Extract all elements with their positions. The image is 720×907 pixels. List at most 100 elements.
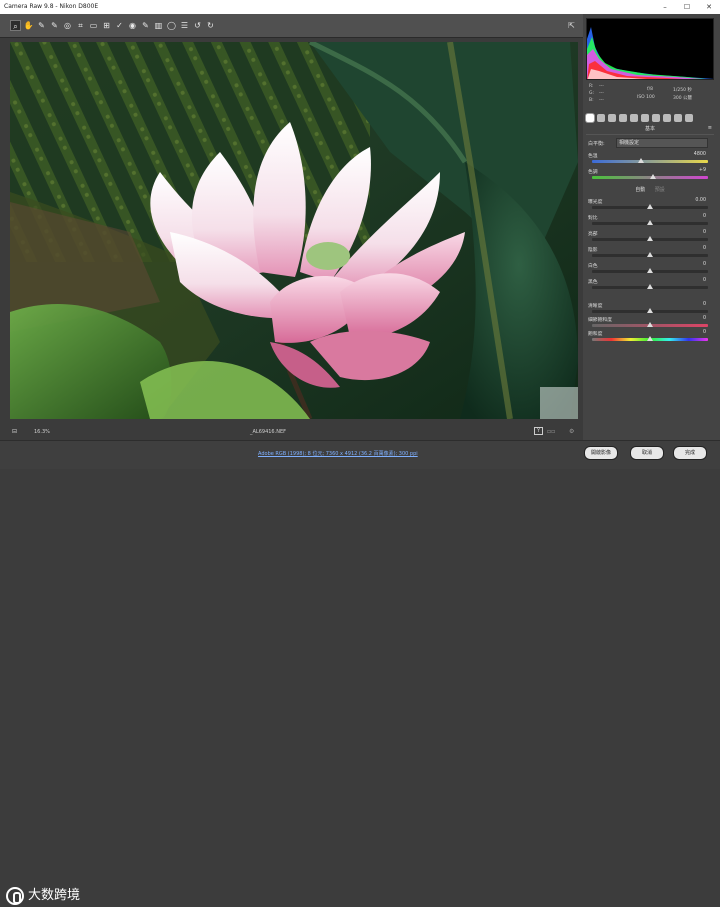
open-image-button[interactable]: 開啟影像	[584, 446, 618, 460]
spot-removal-icon[interactable]: ✓	[114, 20, 125, 31]
image-preview[interactable]	[10, 42, 578, 419]
g-value: ---	[599, 91, 604, 96]
temperature-value[interactable]: 4800	[694, 152, 706, 157]
workflow-options-link[interactable]: Adobe RGB (1998); 8 位元; 7360 x 4912 (36.…	[258, 450, 418, 457]
cancel-button[interactable]: 取消	[630, 446, 664, 460]
iso: ISO 100	[637, 95, 655, 100]
shadows-label: 陰影	[588, 248, 598, 253]
shutter-speed: 1/250 秒	[673, 88, 692, 93]
b-value: ---	[599, 98, 604, 103]
camera-info: R: G: B: --- --- --- f/8 1/250 秒 ISO 100…	[587, 84, 715, 110]
section-header: 基本 ≡	[586, 125, 714, 135]
highlights-slider-row: 亮部 0	[586, 230, 714, 246]
radial-filter-icon[interactable]: ◯	[166, 20, 177, 31]
zoom-icon[interactable]: ⌕	[10, 20, 21, 31]
highlights-slider-thumb[interactable]	[647, 236, 653, 241]
red-eye-icon[interactable]: ◉	[127, 20, 138, 31]
tint-slider-row: 色調 +9	[586, 168, 714, 184]
temperature-slider-row: 色溫 4800	[586, 152, 714, 168]
tab-detail-icon[interactable]	[608, 114, 616, 122]
menu-icon[interactable]: ≡	[708, 125, 712, 131]
tab-split-toning-icon[interactable]	[630, 114, 638, 122]
minimize-button[interactable]: –	[654, 0, 676, 14]
transform-icon[interactable]: ⊞	[101, 20, 112, 31]
highlights-value[interactable]: 0	[703, 230, 706, 235]
default-button[interactable]: 預設	[655, 187, 665, 193]
auto-button[interactable]: 自動	[635, 187, 645, 193]
contrast-label: 對比	[588, 216, 598, 221]
highlights-label: 亮部	[588, 232, 598, 237]
zoom-out-icon[interactable]: ⊟	[12, 428, 17, 435]
histogram-graph	[587, 27, 713, 79]
adjustment-brush-icon[interactable]: ✎	[140, 20, 151, 31]
tab-snapshots-icon[interactable]	[685, 114, 693, 122]
focal-length: 300 公釐	[673, 96, 693, 101]
hand-icon[interactable]: ✋	[23, 20, 34, 31]
vibrance-value[interactable]: 0	[703, 316, 706, 321]
preferences-icon[interactable]: ☰	[179, 20, 190, 31]
saturation-label: 飽和度	[588, 332, 603, 337]
whites-value[interactable]: 0	[703, 262, 706, 267]
whites-slider-thumb[interactable]	[647, 268, 653, 273]
maximize-button[interactable]: ☐	[676, 0, 698, 14]
tab-tone-curve-icon[interactable]	[597, 114, 605, 122]
saturation-slider-thumb[interactable]	[647, 336, 653, 341]
vibrance-slider-thumb[interactable]	[647, 322, 653, 327]
target-adjust-icon[interactable]: ◎	[62, 20, 73, 31]
tab-basic-icon[interactable]	[586, 114, 594, 122]
g-label: G:	[589, 91, 595, 96]
color-sampler-icon[interactable]: ✎	[49, 20, 60, 31]
before-after-icon[interactable]: ▫▫	[547, 428, 555, 435]
exposure-value[interactable]: 0.00	[695, 198, 706, 203]
logo-mark-icon	[6, 887, 24, 905]
contrast-slider-row: 對比 0	[586, 214, 714, 230]
crop-icon[interactable]: ⌗	[75, 20, 86, 31]
aperture: f/8	[647, 87, 653, 92]
rotate-left-icon[interactable]: ↺	[192, 20, 203, 31]
contrast-value[interactable]: 0	[703, 214, 706, 219]
window-controls: – ☐ ✕	[654, 0, 720, 14]
panel-tabs	[586, 112, 714, 124]
blacks-value[interactable]: 0	[703, 278, 706, 283]
tab-lens-icon[interactable]	[641, 114, 649, 122]
temperature-slider-track[interactable]	[592, 160, 708, 163]
white-balance-icon[interactable]: ✎	[36, 20, 47, 31]
graduated-filter-icon[interactable]: ▥	[153, 20, 164, 31]
contrast-slider-thumb[interactable]	[647, 220, 653, 225]
section-title: 基本	[644, 126, 655, 132]
clarity-value[interactable]: 0	[703, 302, 706, 307]
b-label: B:	[589, 98, 594, 103]
whites-label: 白色	[588, 264, 598, 269]
view-mode-icon[interactable]: Y	[534, 427, 543, 435]
tint-value[interactable]: +9	[699, 168, 706, 173]
saturation-value[interactable]: 0	[703, 330, 706, 335]
exposure-label: 曝光度	[588, 200, 603, 205]
title-bar: Camera Raw 9.8 - Nikon D800E – ☐ ✕	[0, 0, 720, 14]
done-button[interactable]: 完成	[673, 446, 707, 460]
rotate-right-icon[interactable]: ↻	[205, 20, 216, 31]
exposure-slider-thumb[interactable]	[647, 204, 653, 209]
fullscreen-toggle-icon[interactable]: ⇱	[566, 20, 577, 31]
close-button[interactable]: ✕	[698, 0, 720, 14]
blacks-slider-row: 黑色 0	[586, 278, 714, 294]
tint-slider-thumb[interactable]	[650, 174, 657, 179]
watermark-logo: 大数跨境	[6, 885, 80, 907]
tab-presets-icon[interactable]	[674, 114, 682, 122]
tab-hsl-icon[interactable]	[619, 114, 627, 122]
temperature-slider-thumb[interactable]	[637, 158, 644, 163]
tab-camera-calibration-icon[interactable]	[663, 114, 671, 122]
blacks-slider-thumb[interactable]	[647, 284, 653, 289]
filename: _AL69416.NEF	[250, 429, 286, 435]
whites-slider-row: 白色 0	[586, 262, 714, 278]
shadows-value[interactable]: 0	[703, 246, 706, 251]
clarity-slider-thumb[interactable]	[647, 308, 653, 313]
tint-label: 色調	[588, 170, 598, 175]
tab-effects-icon[interactable]	[652, 114, 660, 122]
straighten-icon[interactable]: ▭	[88, 20, 99, 31]
shadows-slider-row: 陰影 0	[586, 246, 714, 262]
shadows-slider-thumb[interactable]	[647, 252, 653, 257]
zoom-level[interactable]: 16.3%	[34, 429, 50, 435]
camera-raw-window: Camera Raw 9.8 - Nikon D800E – ☐ ✕ ⇱ ⌕ ✋ ✎…	[0, 0, 720, 905]
white-balance-select[interactable]: 相機設定	[616, 138, 708, 148]
settings-icon[interactable]: ⚙	[569, 428, 574, 435]
